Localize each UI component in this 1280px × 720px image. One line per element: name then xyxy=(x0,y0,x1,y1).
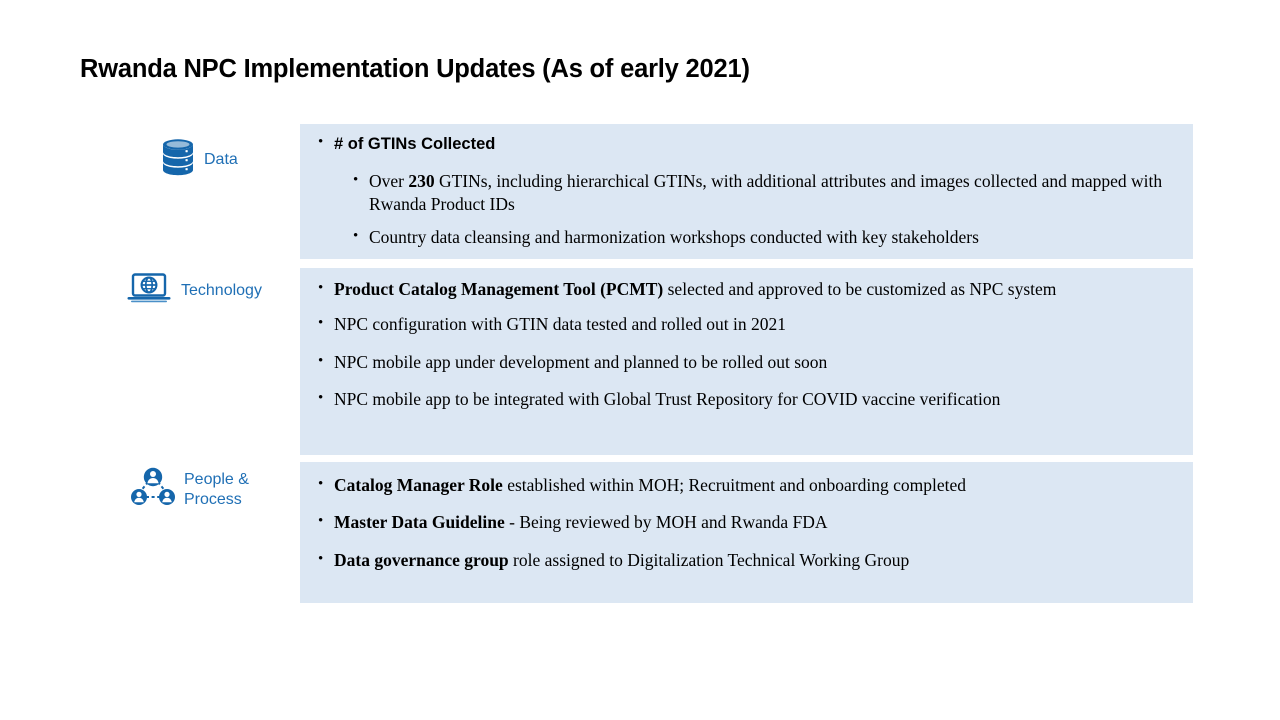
bullet-text-rest: NPC configuration with GTIN data tested … xyxy=(334,314,787,335)
bullet-bold-lead: Data governance group xyxy=(334,549,509,570)
bullet-text-rest: NPC mobile app to be integrated with Glo… xyxy=(334,388,1001,409)
bullet-item: Master Data Guideline - Being reviewed b… xyxy=(312,511,1179,534)
section-people: People & Process Catalog Manager Role est… xyxy=(0,462,1280,603)
panel-technology: Product Catalog Management Tool (PCMT) s… xyxy=(300,268,1193,455)
bullet-item: NPC mobile app to be integrated with Glo… xyxy=(312,388,1179,411)
bullet-item: NPC mobile app under development and pla… xyxy=(312,351,1179,374)
bullet-bold-lead: Catalog Manager Role xyxy=(334,475,503,495)
bullet-text-rest: NPC mobile app under development and pla… xyxy=(334,351,828,372)
section-technology: Technology Product Catalog Management To… xyxy=(0,268,1280,455)
bullet-item: Over 230 GTINs, including hierarchical G… xyxy=(349,170,1179,217)
bullet-item: Country data cleansing and harmonization… xyxy=(349,226,1179,249)
section-data: Data # of GTINs Collected Over 230 GTINs… xyxy=(0,124,1280,259)
bullet-text-rest: established within MOH; Recruitment and … xyxy=(502,475,966,495)
bullet-bold-mid: 230 xyxy=(408,170,435,191)
bullet-text-rest: role assigned to Digitalization Technica… xyxy=(508,549,910,570)
bullet-text-pre: Over xyxy=(369,170,409,191)
bullet-item: Product Catalog Management Tool (PCMT) s… xyxy=(312,278,1179,301)
category-label-people-line2: Process xyxy=(184,490,242,508)
database-icon xyxy=(160,138,196,181)
bullet-item: Catalog Manager Role established within … xyxy=(312,474,1179,497)
category-label-data: Data xyxy=(204,150,238,168)
category-people: People & Process xyxy=(130,466,300,513)
bullet-item: NPC configuration with GTIN data tested … xyxy=(312,313,1179,336)
bullet-text-rest: GTINs, including hierarchical GTINs, wit… xyxy=(369,170,1163,215)
bullet-bold-lead: # of GTINs Collected xyxy=(334,135,496,153)
panel-people: Catalog Manager Role established within … xyxy=(300,462,1193,603)
bullet-text-rest: - Being reviewed by MOH and Rwanda FDA xyxy=(504,512,828,533)
people-network-icon xyxy=(130,466,176,513)
bullet-bold-lead: Product Catalog Management Tool (PCMT) xyxy=(334,279,664,299)
bullet-item: # of GTINs Collected xyxy=(312,132,1179,156)
laptop-globe-icon xyxy=(125,272,173,309)
bullet-item: Data governance group role assigned to D… xyxy=(312,549,1179,572)
bullet-text-rest: Country data cleansing and harmonization… xyxy=(369,227,979,248)
category-label-people-line1: People & xyxy=(184,470,249,488)
category-label-technology: Technology xyxy=(181,281,262,299)
bullet-text-rest: selected and approved to be customized a… xyxy=(663,279,1057,299)
page-title: Rwanda NPC Implementation Updates (As of… xyxy=(80,55,750,83)
panel-data: # of GTINs Collected Over 230 GTINs, inc… xyxy=(300,124,1193,259)
category-label-people: People & Process xyxy=(184,470,268,509)
category-technology: Technology xyxy=(125,272,295,309)
bullet-bold-lead: Master Data Guideline xyxy=(334,512,505,533)
